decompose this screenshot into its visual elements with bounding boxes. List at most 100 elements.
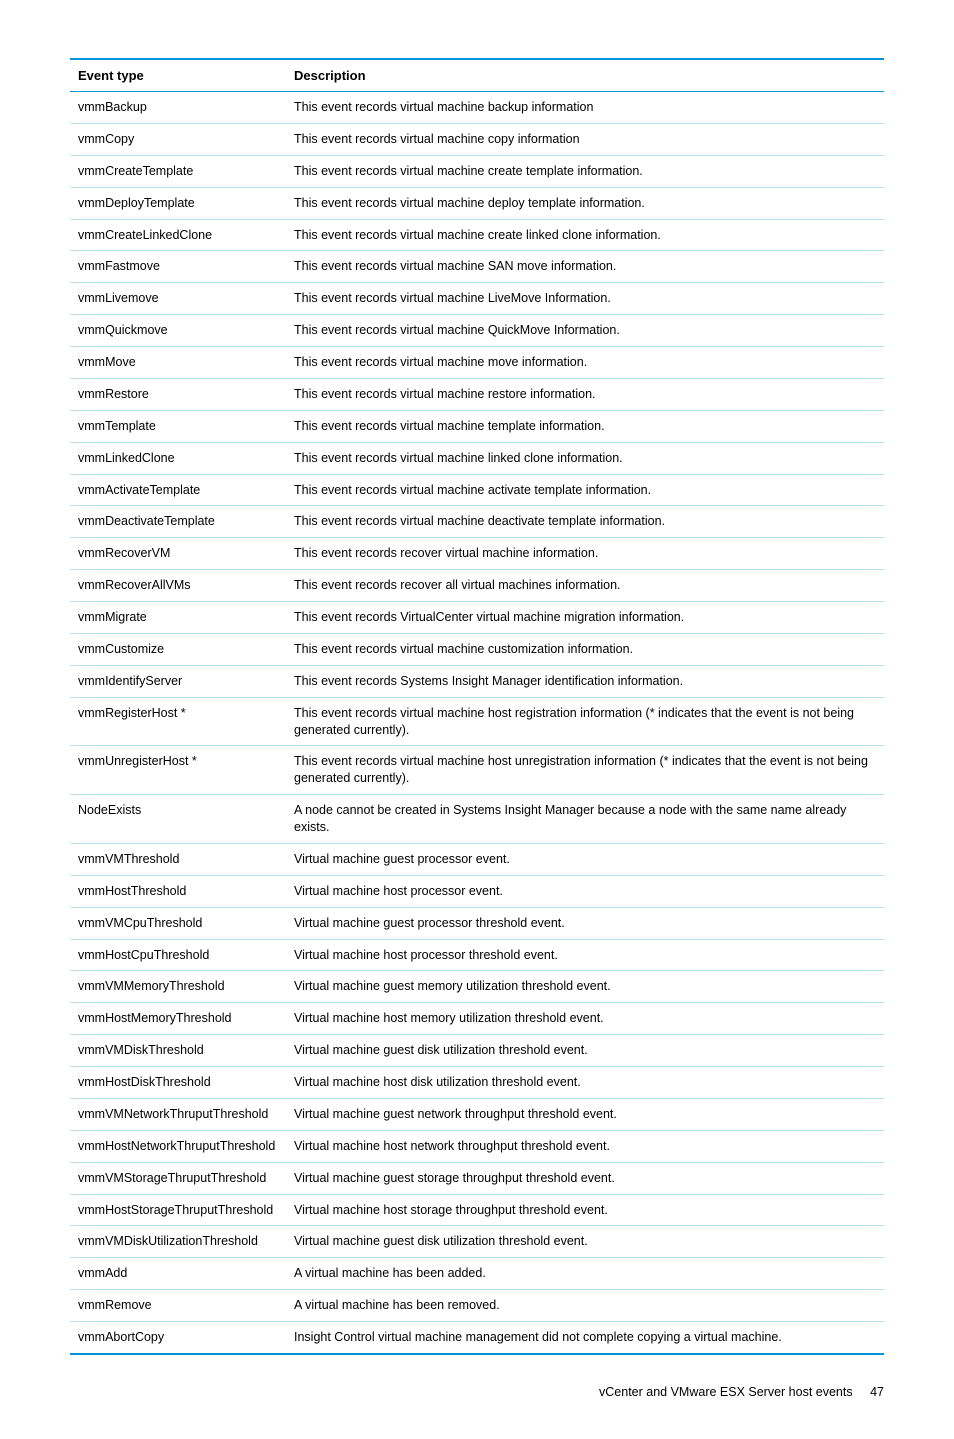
cell-description: Virtual machine host memory utilization …	[286, 1003, 884, 1035]
cell-event-type: vmmUnregisterHost *	[70, 746, 286, 795]
cell-event-type: vmmCopy	[70, 123, 286, 155]
cell-event-type: vmmBackup	[70, 92, 286, 124]
cell-description: This event records virtual machine Quick…	[286, 315, 884, 347]
cell-event-type: vmmIdentifyServer	[70, 665, 286, 697]
table-row: vmmRegisterHost *This event records virt…	[70, 697, 884, 746]
table-row: vmmHostDiskThresholdVirtual machine host…	[70, 1067, 884, 1099]
page-footer: vCenter and VMware ESX Server host event…	[70, 1385, 884, 1399]
table-row: vmmActivateTemplateThis event records vi…	[70, 474, 884, 506]
cell-description: Virtual machine guest disk utilization t…	[286, 1226, 884, 1258]
cell-event-type: vmmVMDiskThreshold	[70, 1035, 286, 1067]
table-row: vmmCopyThis event records virtual machin…	[70, 123, 884, 155]
cell-event-type: vmmVMStorageThruputThreshold	[70, 1162, 286, 1194]
cell-event-type: vmmActivateTemplate	[70, 474, 286, 506]
cell-description: This event records virtual machine linke…	[286, 442, 884, 474]
cell-event-type: vmmHostThreshold	[70, 875, 286, 907]
cell-event-type: vmmRemove	[70, 1290, 286, 1322]
cell-event-type: vmmDeactivateTemplate	[70, 506, 286, 538]
table-row: vmmHostNetworkThruputThresholdVirtual ma…	[70, 1130, 884, 1162]
cell-description: This event records virtual machine activ…	[286, 474, 884, 506]
cell-event-type: vmmDeployTemplate	[70, 187, 286, 219]
table-row: vmmCustomizeThis event records virtual m…	[70, 633, 884, 665]
cell-description: This event records virtual machine copy …	[286, 123, 884, 155]
cell-event-type: vmmQuickmove	[70, 315, 286, 347]
cell-description: Virtual machine host storage throughput …	[286, 1194, 884, 1226]
cell-event-type: vmmVMNetworkThruputThreshold	[70, 1098, 286, 1130]
cell-description: This event records virtual machine creat…	[286, 155, 884, 187]
cell-description: This event records virtual machine creat…	[286, 219, 884, 251]
cell-description: This event records virtual machine LiveM…	[286, 283, 884, 315]
cell-description: Virtual machine guest network throughput…	[286, 1098, 884, 1130]
table-row: vmmQuickmoveThis event records virtual m…	[70, 315, 884, 347]
table-row: vmmVMDiskUtilizationThresholdVirtual mac…	[70, 1226, 884, 1258]
cell-description: A virtual machine has been removed.	[286, 1290, 884, 1322]
cell-description: Virtual machine host processor event.	[286, 875, 884, 907]
table-row: vmmVMThresholdVirtual machine guest proc…	[70, 843, 884, 875]
cell-event-type: vmmTemplate	[70, 410, 286, 442]
cell-event-type: vmmFastmove	[70, 251, 286, 283]
cell-event-type: vmmAbortCopy	[70, 1322, 286, 1354]
cell-event-type: vmmVMMemoryThreshold	[70, 971, 286, 1003]
cell-description: Virtual machine guest storage throughput…	[286, 1162, 884, 1194]
cell-description: A virtual machine has been added.	[286, 1258, 884, 1290]
table-row: vmmAddA virtual machine has been added.	[70, 1258, 884, 1290]
cell-event-type: vmmMove	[70, 347, 286, 379]
cell-description: This event records virtual machine backu…	[286, 92, 884, 124]
cell-event-type: vmmVMDiskUtilizationThreshold	[70, 1226, 286, 1258]
cell-description: This event records VirtualCenter virtual…	[286, 602, 884, 634]
table-row: vmmCreateLinkedCloneThis event records v…	[70, 219, 884, 251]
cell-description: This event records virtual machine deplo…	[286, 187, 884, 219]
cell-event-type: vmmLivemove	[70, 283, 286, 315]
events-table: Event type Description vmmBackupThis eve…	[70, 58, 884, 1355]
cell-event-type: vmmCustomize	[70, 633, 286, 665]
table-row: vmmHostCpuThresholdVirtual machine host …	[70, 939, 884, 971]
table-row: vmmLivemoveThis event records virtual ma…	[70, 283, 884, 315]
table-row: vmmHostMemoryThresholdVirtual machine ho…	[70, 1003, 884, 1035]
cell-description: Virtual machine guest processor event.	[286, 843, 884, 875]
cell-description: This event records virtual machine SAN m…	[286, 251, 884, 283]
cell-description: Virtual machine host disk utilization th…	[286, 1067, 884, 1099]
cell-description: Insight Control virtual machine manageme…	[286, 1322, 884, 1354]
table-row: vmmRestoreThis event records virtual mac…	[70, 378, 884, 410]
cell-description: This event records virtual machine move …	[286, 347, 884, 379]
cell-description: This event records virtual machine host …	[286, 746, 884, 795]
cell-event-type: vmmCreateLinkedClone	[70, 219, 286, 251]
cell-event-type: vmmRestore	[70, 378, 286, 410]
header-event-type: Event type	[70, 59, 286, 92]
cell-description: This event records recover virtual machi…	[286, 538, 884, 570]
cell-description: Virtual machine guest disk utilization t…	[286, 1035, 884, 1067]
table-row: vmmAbortCopyInsight Control virtual mach…	[70, 1322, 884, 1354]
cell-event-type: vmmVMCpuThreshold	[70, 907, 286, 939]
table-row: vmmRecoverAllVMsThis event records recov…	[70, 570, 884, 602]
table-row: vmmDeployTemplateThis event records virt…	[70, 187, 884, 219]
cell-description: Virtual machine guest memory utilization…	[286, 971, 884, 1003]
cell-event-type: vmmMigrate	[70, 602, 286, 634]
footer-title: vCenter and VMware ESX Server host event…	[599, 1385, 853, 1399]
table-row: vmmFastmoveThis event records virtual ma…	[70, 251, 884, 283]
table-row: vmmUnregisterHost *This event records vi…	[70, 746, 884, 795]
table-row: vmmIdentifyServerThis event records Syst…	[70, 665, 884, 697]
cell-description: This event records recover all virtual m…	[286, 570, 884, 602]
cell-description: This event records virtual machine custo…	[286, 633, 884, 665]
cell-event-type: vmmHostMemoryThreshold	[70, 1003, 286, 1035]
cell-event-type: vmmRecoverAllVMs	[70, 570, 286, 602]
header-description: Description	[286, 59, 884, 92]
cell-description: This event records virtual machine resto…	[286, 378, 884, 410]
cell-event-type: vmmLinkedClone	[70, 442, 286, 474]
cell-description: This event records virtual machine deact…	[286, 506, 884, 538]
table-row: vmmVMMemoryThresholdVirtual machine gues…	[70, 971, 884, 1003]
table-row: vmmRecoverVMThis event records recover v…	[70, 538, 884, 570]
table-row: vmmTemplateThis event records virtual ma…	[70, 410, 884, 442]
cell-description: Virtual machine host processor threshold…	[286, 939, 884, 971]
cell-description: Virtual machine guest processor threshol…	[286, 907, 884, 939]
cell-event-type: vmmHostStorageThruputThreshold	[70, 1194, 286, 1226]
table-row: NodeExistsA node cannot be created in Sy…	[70, 795, 884, 844]
cell-description: This event records Systems Insight Manag…	[286, 665, 884, 697]
table-header-row: Event type Description	[70, 59, 884, 92]
table-row: vmmVMNetworkThruputThresholdVirtual mach…	[70, 1098, 884, 1130]
cell-event-type: vmmRecoverVM	[70, 538, 286, 570]
table-row: vmmCreateTemplateThis event records virt…	[70, 155, 884, 187]
footer-page-number: 47	[870, 1385, 884, 1399]
table-row: vmmVMDiskThresholdVirtual machine guest …	[70, 1035, 884, 1067]
cell-description: Virtual machine host network throughput …	[286, 1130, 884, 1162]
